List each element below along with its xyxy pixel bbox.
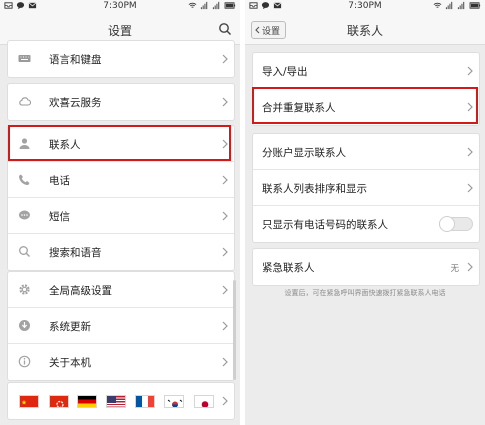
wifi-icon	[188, 2, 197, 8]
keyboard-icon	[18, 55, 31, 62]
item-label: 联系人列表排序和显示	[262, 183, 367, 195]
phone-icon	[18, 174, 30, 186]
settings-item-label: 欢喜云服务	[49, 97, 102, 109]
status-bar: 7:30PM	[245, 0, 485, 14]
france-flag[interactable]	[135, 395, 155, 408]
sms-icon	[19, 210, 30, 220]
chevron-right-icon	[222, 54, 228, 64]
language-flag-row[interactable]	[7, 382, 235, 420]
settings-item-label: 搜索和语音	[49, 247, 102, 259]
chevron-right-icon	[467, 262, 473, 272]
download-icon	[19, 320, 30, 331]
search-icon[interactable]	[218, 22, 232, 36]
gear-icon	[19, 284, 30, 295]
korea-flag[interactable]	[164, 395, 184, 408]
settings-item-system-update[interactable]: 系统更新	[8, 308, 234, 344]
chevron-right-icon	[222, 247, 228, 257]
settings-group: 语言和键盘	[7, 40, 235, 78]
settings-item-cloud[interactable]: 欢喜云服务	[8, 84, 234, 120]
settings-item-language[interactable]: 语言和键盘	[8, 41, 234, 77]
settings-item-label: 短信	[49, 211, 70, 223]
item-label: 分账户显示联系人	[262, 147, 346, 159]
scrollbar[interactable]	[233, 280, 236, 380]
battery-icon	[224, 2, 236, 9]
signal-icon	[457, 1, 465, 10]
wifi-icon	[433, 2, 442, 8]
usa-flag[interactable]	[106, 395, 126, 408]
item-accounts-display[interactable]: 分账户显示联系人	[253, 134, 479, 170]
settings-item-label: 系统更新	[49, 321, 91, 333]
info-icon	[18, 355, 31, 368]
settings-item-label: 全局高级设置	[49, 285, 112, 297]
signal-icon	[200, 1, 208, 10]
item-value: 无	[450, 264, 459, 274]
contacts-display-group: 分账户显示联系人 联系人列表排序和显示 只显示有电话号码的联系人	[252, 133, 480, 243]
cloud-icon	[19, 97, 31, 106]
signal-icon	[212, 1, 220, 10]
hongkong-flag[interactable]	[49, 395, 69, 408]
emergency-note: 设置后，可在紧急呼叫界面快速拨打紧急联系人电话	[284, 289, 446, 297]
settings-item-sms[interactable]: 短信	[8, 198, 234, 234]
item-sort-display[interactable]: 联系人列表排序和显示	[253, 170, 479, 206]
contacts-settings-screen: 7:30PM 设置 联系人 导入/导出 合并重复联系人 分账户显示联系人 联系人…	[245, 0, 485, 425]
only-with-phone-toggle[interactable]	[439, 216, 473, 232]
toggle-knob	[439, 216, 455, 232]
chevron-right-icon	[222, 175, 228, 185]
chevron-right-icon	[222, 97, 228, 107]
chevron-right-icon	[467, 147, 473, 157]
settings-item-search-voice[interactable]: 搜索和语音	[8, 234, 234, 270]
highlight-box-merge	[252, 87, 478, 124]
item-label: 只显示有电话号码的联系人	[262, 219, 388, 231]
page-title: 设置	[107, 24, 132, 38]
china-flag[interactable]	[19, 395, 39, 408]
settings-item-about[interactable]: 关于本机	[8, 344, 234, 380]
item-import-export[interactable]: 导入/导出	[253, 53, 479, 89]
settings-screen: 7:30PM 设置 语言和键盘 欢喜云服务 联系人 电话 短信 搜索和语音 全局…	[0, 0, 240, 425]
title-bar: 设置 联系人	[245, 14, 485, 45]
settings-group: 欢喜云服务	[7, 83, 235, 121]
highlight-box-contacts	[8, 125, 231, 161]
japan-flag[interactable]	[194, 395, 214, 408]
item-label: 紧急联系人	[262, 262, 315, 274]
chevron-right-icon	[222, 357, 228, 367]
item-emergency-contacts[interactable]: 紧急联系人 无	[253, 249, 479, 285]
chevron-right-icon	[467, 66, 473, 76]
signal-icon	[445, 1, 453, 10]
settings-group: 全局高级设置 系统更新 关于本机	[7, 271, 235, 381]
item-label: 导入/导出	[262, 66, 308, 78]
settings-item-phone[interactable]: 电话	[8, 162, 234, 198]
chevron-right-icon	[222, 321, 228, 331]
page-title: 联系人	[346, 24, 383, 38]
settings-item-label: 电话	[49, 175, 70, 187]
settings-item-label: 关于本机	[49, 357, 91, 369]
emergency-group: 紧急联系人 无	[252, 248, 480, 286]
germany-flag[interactable]	[77, 395, 97, 408]
settings-item-label: 语言和键盘	[49, 54, 102, 66]
chevron-right-icon	[222, 211, 228, 221]
battery-icon	[469, 2, 481, 9]
item-only-with-phone: 只显示有电话号码的联系人	[253, 206, 479, 242]
settings-item-advanced[interactable]: 全局高级设置	[8, 272, 234, 308]
search-icon	[19, 246, 30, 257]
status-bar: 7:30PM	[0, 0, 240, 14]
chevron-right-icon	[467, 183, 473, 193]
chevron-right-icon	[222, 396, 228, 406]
chevron-right-icon	[222, 285, 228, 295]
